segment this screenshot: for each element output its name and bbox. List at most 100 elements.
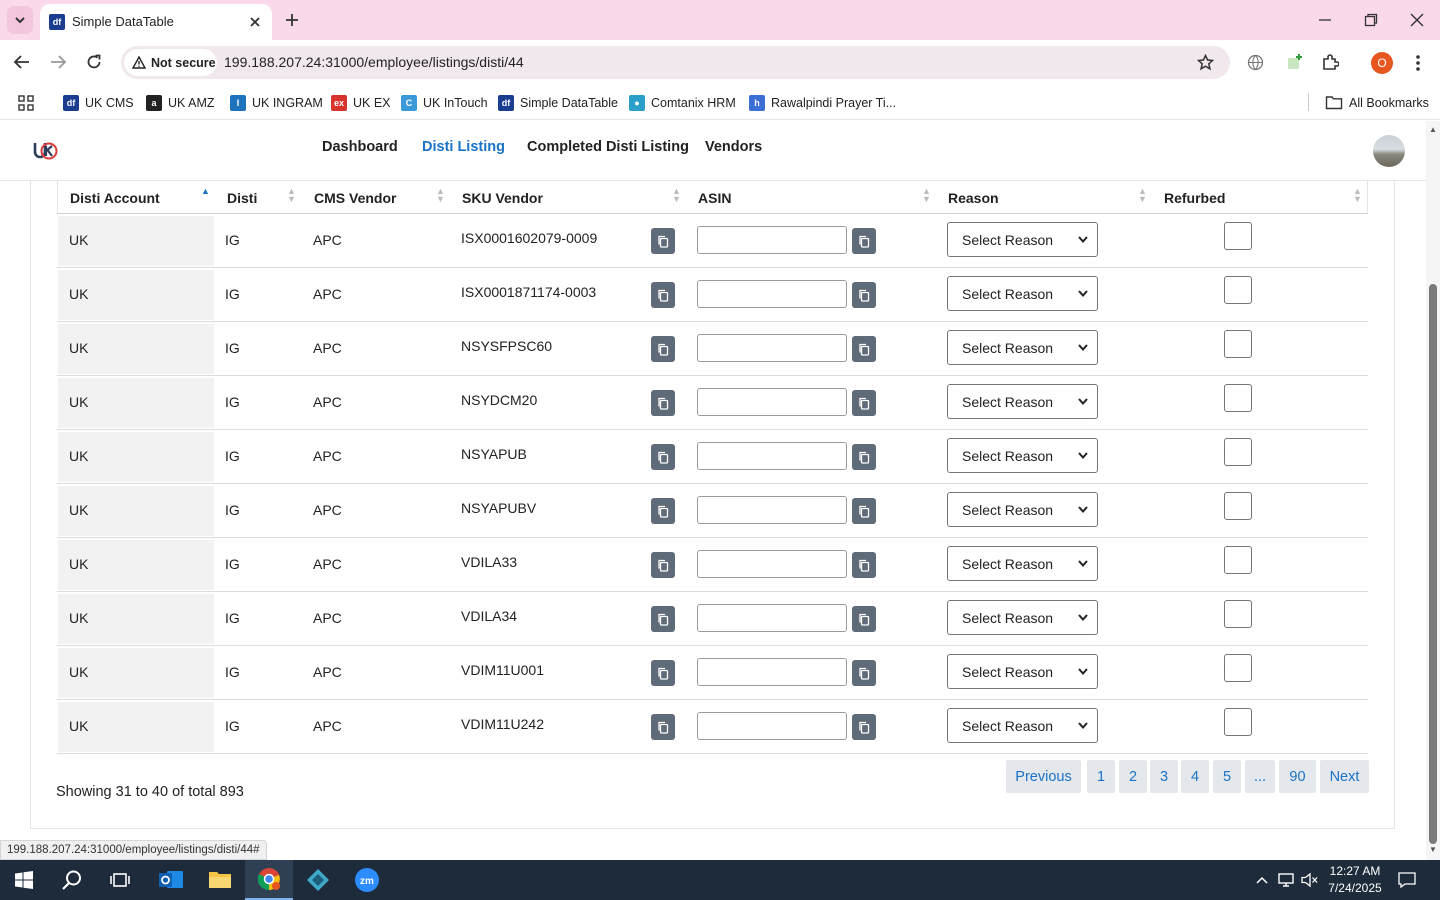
copy-asin-button[interactable] <box>852 282 876 308</box>
address-bar[interactable]: Not secure 199.188.207.24:31000/employee… <box>121 46 1230 79</box>
extension-puzzle-green-icon[interactable] <box>1286 53 1304 71</box>
copy-sku-button[interactable] <box>651 444 675 470</box>
extensions-icon[interactable] <box>1321 53 1339 71</box>
pagination-previous[interactable]: Previous <box>1006 760 1081 793</box>
copy-asin-button[interactable] <box>852 714 876 740</box>
reload-icon[interactable] <box>85 53 103 71</box>
bookmark-star-icon[interactable] <box>1197 54 1214 71</box>
bookmark-item[interactable]: df UK CMS <box>63 85 134 120</box>
asin-input[interactable] <box>697 550 847 578</box>
reason-select[interactable]: Select Reason <box>947 384 1098 419</box>
col-header-sku-vendor[interactable]: SKU Vendor <box>462 181 543 214</box>
copy-asin-button[interactable] <box>852 498 876 524</box>
bookmark-item[interactable]: h Rawalpindi Prayer Ti... <box>749 85 896 120</box>
pagination-page-90[interactable]: 90 <box>1279 760 1316 793</box>
all-bookmarks-button[interactable]: All Bookmarks <box>1325 85 1429 120</box>
col-header-disti[interactable]: Disti <box>227 181 257 214</box>
refurbed-checkbox[interactable] <box>1224 654 1252 682</box>
copy-sku-button[interactable] <box>651 390 675 416</box>
reason-select[interactable]: Select Reason <box>947 708 1098 743</box>
reason-select[interactable]: Select Reason <box>947 492 1098 527</box>
refurbed-checkbox[interactable] <box>1224 708 1252 736</box>
nav-dashboard[interactable]: Dashboard <box>322 139 398 155</box>
network-icon[interactable] <box>1278 872 1296 888</box>
col-header-cms-vendor[interactable]: CMS Vendor <box>314 181 396 214</box>
col-header-reason[interactable]: Reason <box>948 181 999 214</box>
refurbed-checkbox[interactable] <box>1224 330 1252 358</box>
copy-sku-button[interactable] <box>651 552 675 578</box>
copy-asin-button[interactable] <box>852 660 876 686</box>
col-header-asin[interactable]: ASIN <box>698 181 731 214</box>
reason-select[interactable]: Select Reason <box>947 276 1098 311</box>
nav-vendors[interactable]: Vendors <box>705 139 762 155</box>
notifications-icon[interactable] <box>1398 872 1416 888</box>
copy-asin-button[interactable] <box>852 444 876 470</box>
copy-sku-button[interactable] <box>651 228 675 254</box>
minimize-icon[interactable] <box>1318 14 1332 26</box>
profile-avatar[interactable]: O <box>1371 52 1393 74</box>
copy-sku-button[interactable] <box>651 714 675 740</box>
taskbar-search[interactable] <box>48 860 96 900</box>
chevron-up-icon[interactable] <box>1256 875 1268 885</box>
scrollbar-thumb[interactable] <box>1429 284 1437 844</box>
taskbar-file-explorer[interactable] <box>196 860 244 900</box>
refurbed-checkbox[interactable] <box>1224 276 1252 304</box>
reason-select[interactable]: Select Reason <box>947 330 1098 365</box>
asin-input[interactable] <box>697 334 847 362</box>
bookmark-item[interactable]: I UK INGRAM <box>230 85 323 120</box>
copy-asin-button[interactable] <box>852 336 876 362</box>
taskbar-chrome[interactable] <box>245 860 293 900</box>
asin-input[interactable] <box>697 442 847 470</box>
asin-input[interactable] <box>697 496 847 524</box>
close-window-icon[interactable] <box>1410 13 1424 27</box>
task-view-button[interactable] <box>96 860 144 900</box>
bookmark-item[interactable]: df Simple DataTable <box>498 85 618 120</box>
copy-sku-button[interactable] <box>651 498 675 524</box>
asin-input[interactable] <box>697 712 847 740</box>
asin-input[interactable] <box>697 604 847 632</box>
copy-sku-button[interactable] <box>651 336 675 362</box>
site-logo[interactable]: UK <box>33 139 59 163</box>
pagination-page-4[interactable]: 4 <box>1181 760 1209 793</box>
close-tab-icon[interactable] <box>248 15 262 29</box>
user-avatar[interactable] <box>1373 135 1405 167</box>
refurbed-checkbox[interactable] <box>1224 384 1252 412</box>
asin-input[interactable] <box>697 226 847 254</box>
pagination-page-1[interactable]: 1 <box>1087 760 1115 793</box>
copy-asin-button[interactable] <box>852 228 876 254</box>
back-arrow-icon[interactable] <box>13 54 31 70</box>
copy-sku-button[interactable] <box>651 282 675 308</box>
refurbed-checkbox[interactable] <box>1224 492 1252 520</box>
system-clock[interactable]: 12:27 AM 7/24/2025 <box>1322 863 1388 897</box>
translate-icon[interactable] <box>1247 54 1264 71</box>
taskbar-outlook[interactable] <box>147 860 195 900</box>
taskbar-app[interactable] <box>294 860 342 900</box>
reason-select[interactable]: Select Reason <box>947 438 1098 473</box>
copy-sku-button[interactable] <box>651 606 675 632</box>
refurbed-checkbox[interactable] <box>1224 438 1252 466</box>
pagination-page-3[interactable]: 3 <box>1150 760 1178 793</box>
asin-input[interactable] <box>697 388 847 416</box>
apps-grid-icon[interactable] <box>18 95 34 111</box>
reason-select[interactable]: Select Reason <box>947 222 1098 257</box>
col-header-disti-account[interactable]: Disti Account <box>70 181 160 214</box>
bookmark-item[interactable]: ex UK EX <box>331 85 391 120</box>
reason-select[interactable]: Select Reason <box>947 600 1098 635</box>
tab-search-button[interactable] <box>7 6 33 34</box>
copy-asin-button[interactable] <box>852 390 876 416</box>
pagination-page-5[interactable]: 5 <box>1213 760 1241 793</box>
bookmark-item[interactable]: C UK InTouch <box>401 85 488 120</box>
refurbed-checkbox[interactable] <box>1224 222 1252 250</box>
browser-tab-active[interactable]: df Simple DataTable <box>40 4 272 40</box>
asin-input[interactable] <box>697 658 847 686</box>
nav-disti-listing[interactable]: Disti Listing <box>422 139 505 155</box>
security-chip[interactable]: Not secure <box>124 49 217 76</box>
menu-kebab-icon[interactable] <box>1414 54 1422 72</box>
col-header-refurbed[interactable]: Refurbed <box>1164 181 1225 214</box>
volume-muted-icon[interactable] <box>1301 872 1319 888</box>
start-button[interactable] <box>0 860 48 900</box>
nav-completed-disti-listing[interactable]: Completed Disti Listing <box>527 139 689 155</box>
taskbar-zoom[interactable]: zm <box>343 860 391 900</box>
new-tab-icon[interactable] <box>284 12 300 28</box>
url-text[interactable]: 199.188.207.24:31000/employee/listings/d… <box>224 54 524 70</box>
